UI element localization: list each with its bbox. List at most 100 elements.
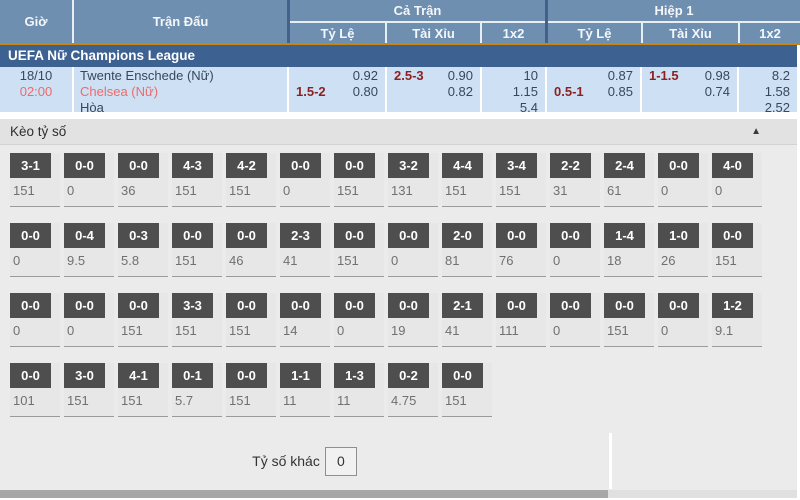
- score-odds: 151: [496, 183, 546, 198]
- ft-over-odds[interactable]: 2.5-3 0.90: [387, 68, 480, 84]
- match-kickoff-time: 02:00: [0, 84, 72, 100]
- league-title-bar: UEFA Nữ Champions League: [0, 45, 797, 67]
- ft-1x2-draw-odds[interactable]: 5.4: [482, 100, 545, 116]
- score-grid-row: 0-000-49.50-35.80-01510-0462-3410-01510-…: [10, 223, 797, 293]
- score-bet-cell[interactable]: 0-0151: [442, 363, 492, 417]
- h1-handicap-line: 0.5-1: [554, 84, 584, 100]
- score-bet-cell[interactable]: 2-461: [604, 153, 654, 207]
- score-odds: 151: [334, 253, 384, 268]
- h1-handicap-home-odds[interactable]: 0.87: [547, 68, 640, 84]
- score-bet-cell[interactable]: 1-418: [604, 223, 654, 277]
- score-bet-cell[interactable]: 0-00: [64, 293, 114, 347]
- score-bet-cell[interactable]: 0-0151: [226, 363, 276, 417]
- correct-score-section-title: Kèo tỷ số: [10, 124, 66, 139]
- match-row: 18/10 02:00 Twente Enschede (Nữ) Chelsea…: [0, 67, 797, 115]
- score-bet-cell[interactable]: 3-0151: [64, 363, 114, 417]
- score-odds: 0: [334, 323, 384, 338]
- h1-1x2-away-odds[interactable]: 1.58: [739, 84, 797, 100]
- score-label: 0-0: [118, 153, 159, 178]
- score-odds: 151: [226, 323, 276, 338]
- score-odds: 0: [10, 323, 60, 338]
- horizontal-scrollbar-thumb[interactable]: [0, 490, 608, 498]
- score-bet-cell[interactable]: 0-00: [658, 293, 708, 347]
- score-label: 0-3: [118, 223, 159, 248]
- score-bet-cell[interactable]: 0-0151: [334, 223, 384, 277]
- score-label: 3-1: [10, 153, 51, 178]
- correct-score-section-header[interactable]: Kèo tỷ số ▲: [0, 119, 797, 145]
- score-bet-cell[interactable]: 0-0101: [10, 363, 60, 417]
- score-bet-cell[interactable]: 1-111: [280, 363, 330, 417]
- score-bet-cell[interactable]: 4-1151: [118, 363, 168, 417]
- score-bet-cell[interactable]: 0-0151: [118, 293, 168, 347]
- score-bet-cell[interactable]: 3-2131: [388, 153, 438, 207]
- score-bet-cell[interactable]: 0-24.75: [388, 363, 438, 417]
- group-header-first-half: Hiệp 1: [548, 0, 800, 23]
- score-bet-cell[interactable]: 0-0151: [172, 223, 222, 277]
- score-bet-cell[interactable]: 3-4151: [496, 153, 546, 207]
- h1-1x2-home-odds[interactable]: 8.2: [739, 68, 797, 84]
- ft-under-odds[interactable]: 0.82: [387, 84, 480, 100]
- ft-1x2-home-odds[interactable]: 10: [482, 68, 545, 84]
- ft-1x2-cell: 10 1.15 5.4: [480, 67, 545, 112]
- score-bet-cell[interactable]: 0-00: [280, 153, 330, 207]
- score-bet-cell[interactable]: 0-35.8: [118, 223, 168, 277]
- score-bet-cell[interactable]: 0-00: [658, 153, 708, 207]
- score-bet-cell[interactable]: 0-00: [550, 223, 600, 277]
- score-bet-cell[interactable]: 1-026: [658, 223, 708, 277]
- score-label: 0-0: [226, 293, 267, 318]
- score-bet-cell[interactable]: 0-0151: [334, 153, 384, 207]
- score-odds: 0: [64, 323, 114, 338]
- score-grid-row: 3-11510-000-0364-31514-21510-000-01513-2…: [10, 153, 797, 223]
- score-bet-cell[interactable]: 0-00: [64, 153, 114, 207]
- score-bet-cell[interactable]: 0-0151: [226, 293, 276, 347]
- away-team-name[interactable]: Chelsea (Nữ): [80, 84, 287, 100]
- collapse-arrow-icon[interactable]: ▲: [751, 119, 761, 145]
- score-bet-cell[interactable]: 3-3151: [172, 293, 222, 347]
- home-team-name[interactable]: Twente Enschede (Nữ): [80, 68, 287, 84]
- score-bet-cell[interactable]: 0-00: [388, 223, 438, 277]
- ft-handicap-away-odds[interactable]: 1.5-2 0.80: [289, 84, 385, 100]
- ft-handicap-home-odds[interactable]: 0.92: [289, 68, 385, 84]
- score-bet-cell[interactable]: 0-014: [280, 293, 330, 347]
- score-odds: 0: [658, 183, 708, 198]
- other-score-value-box[interactable]: 0: [325, 447, 357, 476]
- score-bet-cell[interactable]: 1-311: [334, 363, 384, 417]
- h1-handicap-away-odds[interactable]: 0.5-1 0.85: [547, 84, 640, 100]
- score-bet-cell[interactable]: 2-231: [550, 153, 600, 207]
- score-label: 0-0: [10, 223, 51, 248]
- score-bet-cell[interactable]: 1-29.1: [712, 293, 762, 347]
- h1-1x2-draw-odds[interactable]: 2.52: [739, 100, 797, 116]
- score-odds: 0: [550, 323, 600, 338]
- score-bet-cell[interactable]: 0-00: [334, 293, 384, 347]
- score-bet-cell[interactable]: 0-49.5: [64, 223, 114, 277]
- h1-over-odds[interactable]: 1-1.5 0.98: [642, 68, 737, 84]
- score-bet-cell[interactable]: 4-2151: [226, 153, 276, 207]
- score-bet-cell[interactable]: 2-081: [442, 223, 492, 277]
- score-bet-cell[interactable]: 0-0111: [496, 293, 546, 347]
- score-bet-cell[interactable]: 2-141: [442, 293, 492, 347]
- column-header-ft-handicap: Tỷ Lệ: [290, 23, 385, 43]
- horizontal-scrollbar[interactable]: [0, 490, 797, 498]
- score-bet-cell[interactable]: 0-15.7: [172, 363, 222, 417]
- score-bet-cell[interactable]: 0-019: [388, 293, 438, 347]
- score-label: 4-2: [226, 153, 267, 178]
- score-label: 0-0: [550, 223, 591, 248]
- score-bet-cell[interactable]: 0-076: [496, 223, 546, 277]
- score-bet-cell[interactable]: 4-4151: [442, 153, 492, 207]
- ft-1x2-away-odds[interactable]: 1.15: [482, 84, 545, 100]
- score-bet-cell[interactable]: 0-00: [10, 223, 60, 277]
- score-bet-cell[interactable]: 0-0151: [712, 223, 762, 277]
- score-bet-cell[interactable]: 2-341: [280, 223, 330, 277]
- score-bet-cell[interactable]: 3-1151: [10, 153, 60, 207]
- score-bet-cell[interactable]: 0-036: [118, 153, 168, 207]
- score-bet-cell[interactable]: 4-00: [712, 153, 762, 207]
- score-bet-cell[interactable]: 0-046: [226, 223, 276, 277]
- score-bet-cell[interactable]: 0-0151: [604, 293, 654, 347]
- score-bet-cell[interactable]: 4-3151: [172, 153, 222, 207]
- score-label: 1-1: [280, 363, 321, 388]
- score-label: 4-0: [712, 153, 753, 178]
- score-bet-cell[interactable]: 0-00: [550, 293, 600, 347]
- score-label: 0-0: [334, 153, 375, 178]
- h1-under-odds[interactable]: 0.74: [642, 84, 737, 100]
- score-bet-cell[interactable]: 0-00: [10, 293, 60, 347]
